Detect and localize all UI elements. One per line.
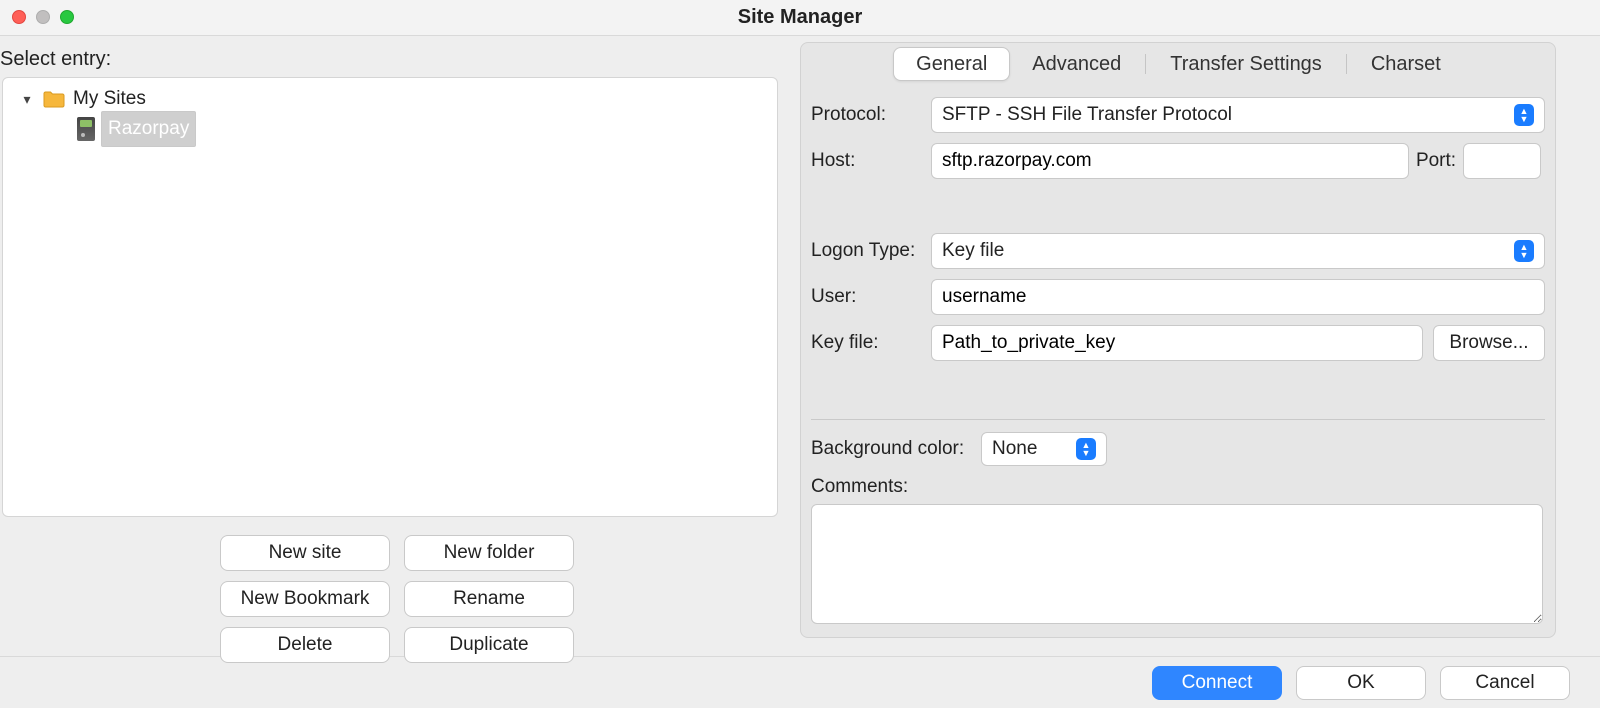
tab-advanced[interactable]: Advanced bbox=[1010, 47, 1143, 81]
new-folder-button[interactable]: New folder bbox=[404, 535, 574, 571]
user-input[interactable] bbox=[931, 279, 1545, 315]
protocol-value: SFTP - SSH File Transfer Protocol bbox=[942, 104, 1232, 126]
select-entry-label: Select entry: bbox=[0, 44, 790, 77]
tab-bar: General Advanced Transfer Settings Chars… bbox=[811, 47, 1545, 81]
server-icon bbox=[77, 117, 95, 141]
logon-type-label: Logon Type: bbox=[811, 240, 931, 262]
tab-transfer[interactable]: Transfer Settings bbox=[1148, 47, 1344, 81]
ok-button[interactable]: OK bbox=[1296, 666, 1426, 700]
window-title: Site Manager bbox=[0, 6, 1600, 29]
host-label: Host: bbox=[811, 150, 931, 172]
port-input[interactable] bbox=[1463, 143, 1541, 179]
site-tree[interactable]: ▾ My Sites Razorpay bbox=[2, 77, 778, 517]
rename-button[interactable]: Rename bbox=[404, 581, 574, 617]
host-input[interactable] bbox=[931, 143, 1409, 179]
tab-separator bbox=[1346, 54, 1347, 74]
tree-child-row[interactable]: Razorpay bbox=[3, 114, 777, 144]
folder-icon bbox=[43, 90, 65, 108]
keyfile-input[interactable] bbox=[931, 325, 1423, 361]
duplicate-button[interactable]: Duplicate bbox=[404, 627, 574, 663]
tab-general[interactable]: General bbox=[893, 47, 1010, 81]
connect-button[interactable]: Connect bbox=[1152, 666, 1282, 700]
user-label: User: bbox=[811, 286, 931, 308]
browse-button[interactable]: Browse... bbox=[1433, 325, 1545, 361]
tree-root-row[interactable]: ▾ My Sites bbox=[3, 84, 777, 114]
logon-type-select[interactable]: Key file ▲▼ bbox=[931, 233, 1545, 269]
tree-child-label: Razorpay bbox=[101, 111, 196, 147]
cancel-button[interactable]: Cancel bbox=[1440, 666, 1570, 700]
comments-textarea[interactable] bbox=[811, 504, 1543, 624]
comments-label: Comments: bbox=[811, 476, 908, 498]
updown-icon: ▲▼ bbox=[1514, 104, 1534, 126]
dialog-footer: Connect OK Cancel bbox=[0, 656, 1600, 708]
updown-icon: ▲▼ bbox=[1514, 240, 1534, 262]
title-bar: Site Manager bbox=[0, 0, 1600, 36]
tab-charset[interactable]: Charset bbox=[1349, 47, 1463, 81]
logon-type-value: Key file bbox=[942, 240, 1004, 262]
keyfile-label: Key file: bbox=[811, 332, 931, 354]
bgcolor-select[interactable]: None ▲▼ bbox=[981, 432, 1107, 466]
site-action-buttons: New site New folder New Bookmark Rename … bbox=[220, 535, 790, 663]
bgcolor-label: Background color: bbox=[811, 438, 981, 460]
settings-panel: General Advanced Transfer Settings Chars… bbox=[800, 42, 1556, 638]
delete-button[interactable]: Delete bbox=[220, 627, 390, 663]
bgcolor-value: None bbox=[992, 438, 1037, 460]
updown-icon: ▲▼ bbox=[1076, 438, 1096, 460]
new-bookmark-button[interactable]: New Bookmark bbox=[220, 581, 390, 617]
tree-root-label: My Sites bbox=[73, 88, 146, 110]
protocol-select[interactable]: SFTP - SSH File Transfer Protocol ▲▼ bbox=[931, 97, 1545, 133]
port-label: Port: bbox=[1409, 150, 1463, 172]
protocol-label: Protocol: bbox=[811, 104, 931, 126]
new-site-button[interactable]: New site bbox=[220, 535, 390, 571]
tab-separator bbox=[1145, 54, 1146, 74]
chevron-down-icon[interactable]: ▾ bbox=[19, 91, 35, 108]
